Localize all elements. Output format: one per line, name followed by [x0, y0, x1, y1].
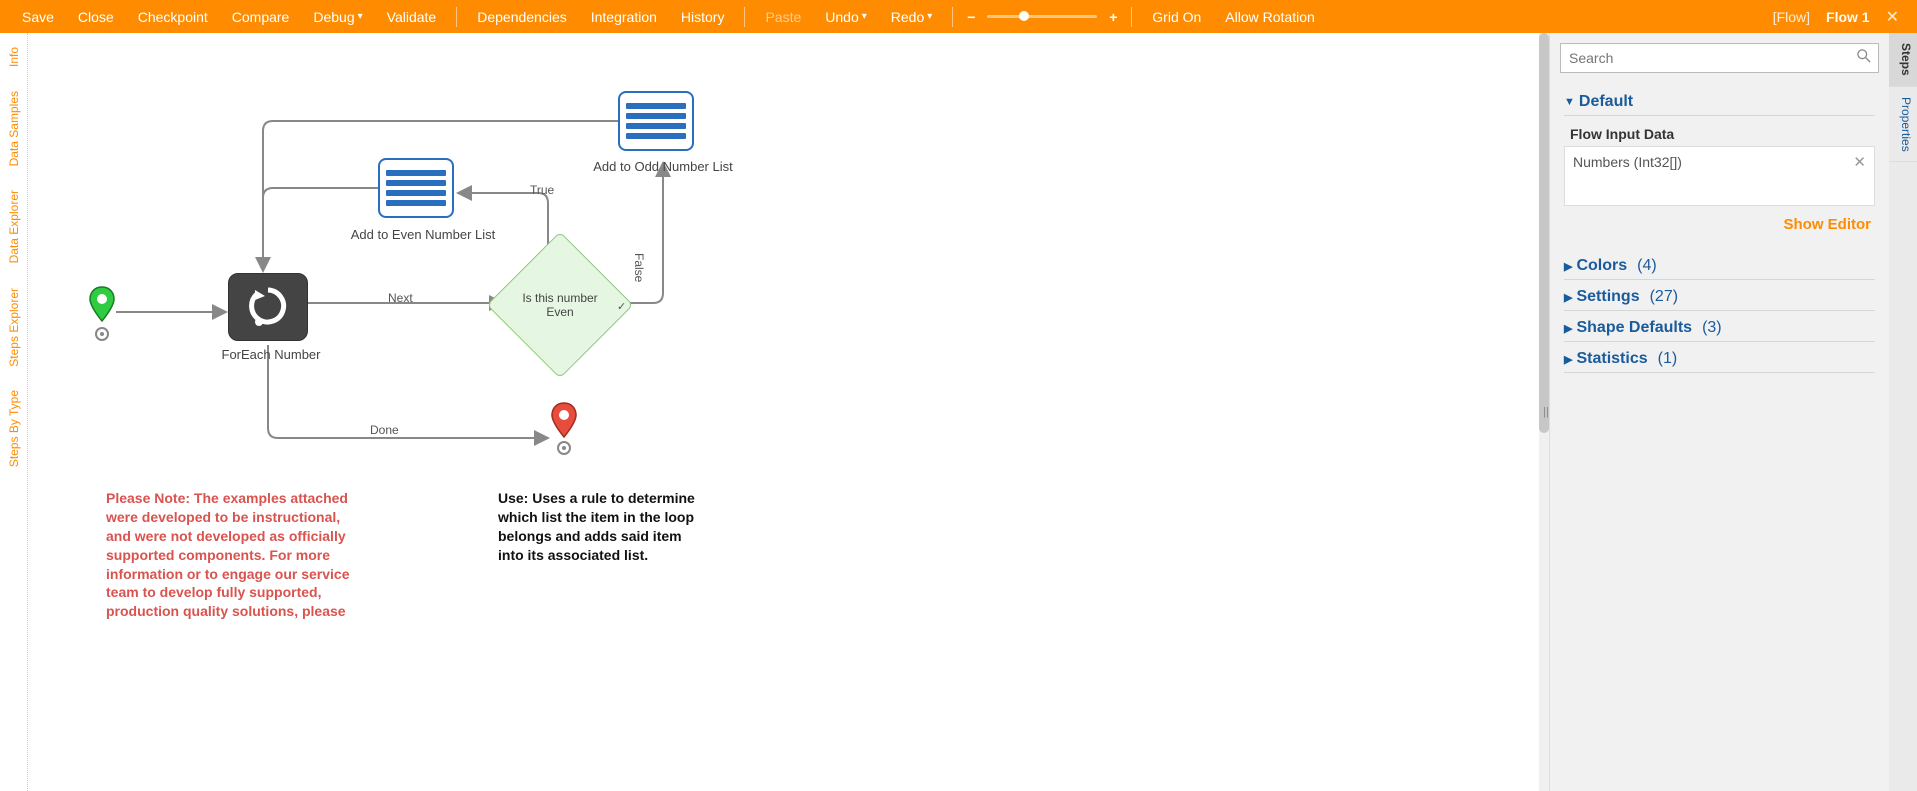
note-red: Please Note: The examples attached were … — [106, 489, 356, 621]
properties-panel: ▼ Default Flow Input Data Numbers (Int32… — [1549, 33, 1889, 791]
edge-label-next: Next — [388, 291, 413, 305]
main-area: Info Data Samples Data Explorer Steps Ex… — [0, 33, 1917, 791]
toolbar-divider — [456, 7, 457, 27]
end-pin-icon — [550, 401, 578, 441]
tab-steps-by-type[interactable]: Steps By Type — [7, 384, 21, 473]
section-colors-count: (4) — [1637, 257, 1657, 275]
flow-canvas[interactable]: ForEach Number Add to Even Number List A… — [28, 33, 1549, 791]
zoom-in-button[interactable]: + — [1105, 9, 1121, 25]
right-tab-rail: Steps Properties — [1889, 33, 1917, 791]
tab-data-explorer[interactable]: Data Explorer — [7, 184, 21, 269]
search-icon — [1857, 49, 1871, 66]
triangle-right-icon: ▶ — [1564, 322, 1572, 335]
debug-button[interactable]: Debug ▾ — [303, 0, 372, 33]
section-shape-defaults-count: (3) — [1702, 319, 1722, 337]
tab-steps-explorer[interactable]: Steps Explorer — [7, 282, 21, 373]
decision-node[interactable]: Is this number Even ✓ — [486, 231, 633, 378]
caret-down-icon: ▾ — [358, 11, 363, 22]
top-toolbar: Save Close Checkpoint Compare Debug ▾ Val… — [0, 0, 1917, 33]
grid-on-button[interactable]: Grid On — [1142, 0, 1211, 33]
edge-label-true: True — [530, 183, 554, 197]
tab-steps[interactable]: Steps — [1889, 33, 1917, 87]
compare-button[interactable]: Compare — [222, 0, 300, 33]
allow-rotation-button[interactable]: Allow Rotation — [1215, 0, 1325, 33]
zoom-slider[interactable] — [987, 15, 1097, 18]
section-settings-count: (27) — [1650, 288, 1678, 306]
panel-resize-handle[interactable]: || — [1543, 398, 1549, 426]
section-default[interactable]: ▼ Default — [1564, 85, 1875, 116]
caret-down-icon: ▾ — [862, 11, 867, 22]
odd-list-node[interactable] — [618, 91, 694, 151]
triangle-right-icon: ▶ — [1564, 353, 1572, 366]
section-colors[interactable]: ▶ Colors (4) — [1564, 249, 1875, 280]
tab-properties[interactable]: Properties — [1889, 87, 1917, 163]
flow-input-box[interactable]: Numbers (Int32[]) ✕ — [1564, 146, 1875, 206]
zoom-out-button[interactable]: − — [963, 9, 979, 25]
debug-label: Debug — [313, 9, 354, 25]
panel-body: ▼ Default Flow Input Data Numbers (Int32… — [1550, 79, 1889, 379]
note-black: Use: Uses a rule to determine which list… — [498, 489, 708, 565]
undo-button[interactable]: Undo ▾ — [815, 0, 877, 33]
flow-input-title: Flow Input Data — [1570, 126, 1875, 142]
triangle-right-icon: ▶ — [1564, 291, 1572, 304]
integration-button[interactable]: Integration — [581, 0, 667, 33]
close-button[interactable]: Close — [68, 0, 124, 33]
scrollbar-thumb[interactable] — [1539, 33, 1549, 433]
section-settings[interactable]: ▶ Settings (27) — [1564, 280, 1875, 311]
start-node[interactable] — [88, 285, 116, 328]
search-input[interactable] — [1560, 43, 1879, 73]
foreach-node[interactable] — [228, 273, 308, 341]
caret-down-icon: ▾ — [927, 11, 932, 22]
toolbar-divider — [1131, 7, 1132, 27]
right-panel-wrap: || ▼ Default Flow Input Data Num — [1549, 33, 1917, 791]
flow-name-label: Flow 1 — [1820, 9, 1876, 25]
start-output-port[interactable] — [95, 327, 109, 341]
save-button[interactable]: Save — [12, 0, 64, 33]
remove-input-button[interactable]: ✕ — [1853, 153, 1866, 171]
check-icon: ✓ — [617, 300, 626, 313]
flow-input-item: Numbers (Int32[]) — [1573, 154, 1682, 170]
section-settings-label: Settings — [1576, 288, 1639, 306]
tab-data-samples[interactable]: Data Samples — [7, 85, 21, 172]
flow-type-label: [Flow] — [1767, 9, 1816, 25]
decision-label: Is this number Even — [515, 291, 605, 319]
zoom-slider-thumb[interactable] — [1019, 11, 1029, 21]
section-default-label: Default — [1579, 93, 1633, 111]
triangle-right-icon: ▶ — [1564, 260, 1572, 273]
dependencies-button[interactable]: Dependencies — [467, 0, 577, 33]
tab-info[interactable]: Info — [7, 41, 21, 73]
zoom-control: − + — [963, 9, 1121, 25]
section-shape-defaults[interactable]: ▶ Shape Defaults (3) — [1564, 311, 1875, 342]
loop-icon — [243, 282, 293, 332]
undo-label: Undo — [825, 9, 858, 25]
edge-label-false: False — [632, 253, 646, 282]
toolbar-divider — [952, 7, 953, 27]
even-list-node[interactable] — [378, 158, 454, 218]
odd-list-label: Add to Odd Number List — [588, 159, 738, 174]
validate-button[interactable]: Validate — [377, 0, 447, 33]
left-rail: Info Data Samples Data Explorer Steps Ex… — [0, 33, 28, 791]
search-wrap — [1560, 43, 1879, 73]
section-statistics-label: Statistics — [1576, 350, 1647, 368]
foreach-label: ForEach Number — [216, 347, 326, 362]
section-statistics-count: (1) — [1658, 350, 1678, 368]
close-tab-button[interactable]: ✕ — [1880, 7, 1905, 27]
triangle-down-icon: ▼ — [1564, 96, 1575, 108]
section-colors-label: Colors — [1576, 257, 1627, 275]
redo-label: Redo — [891, 9, 924, 25]
show-editor-link[interactable]: Show Editor — [1564, 210, 1875, 249]
end-node[interactable] — [550, 401, 578, 444]
end-input-port[interactable] — [557, 441, 571, 455]
section-statistics[interactable]: ▶ Statistics (1) — [1564, 342, 1875, 373]
edge-label-done: Done — [370, 423, 399, 437]
history-button[interactable]: History — [671, 0, 735, 33]
redo-button[interactable]: Redo▾ — [881, 0, 943, 33]
start-pin-icon — [88, 285, 116, 325]
toolbar-divider — [744, 7, 745, 27]
section-shape-defaults-label: Shape Defaults — [1576, 319, 1692, 337]
paste-button[interactable]: Paste — [755, 0, 811, 33]
checkpoint-button[interactable]: Checkpoint — [128, 0, 218, 33]
even-list-label: Add to Even Number List — [348, 227, 498, 242]
